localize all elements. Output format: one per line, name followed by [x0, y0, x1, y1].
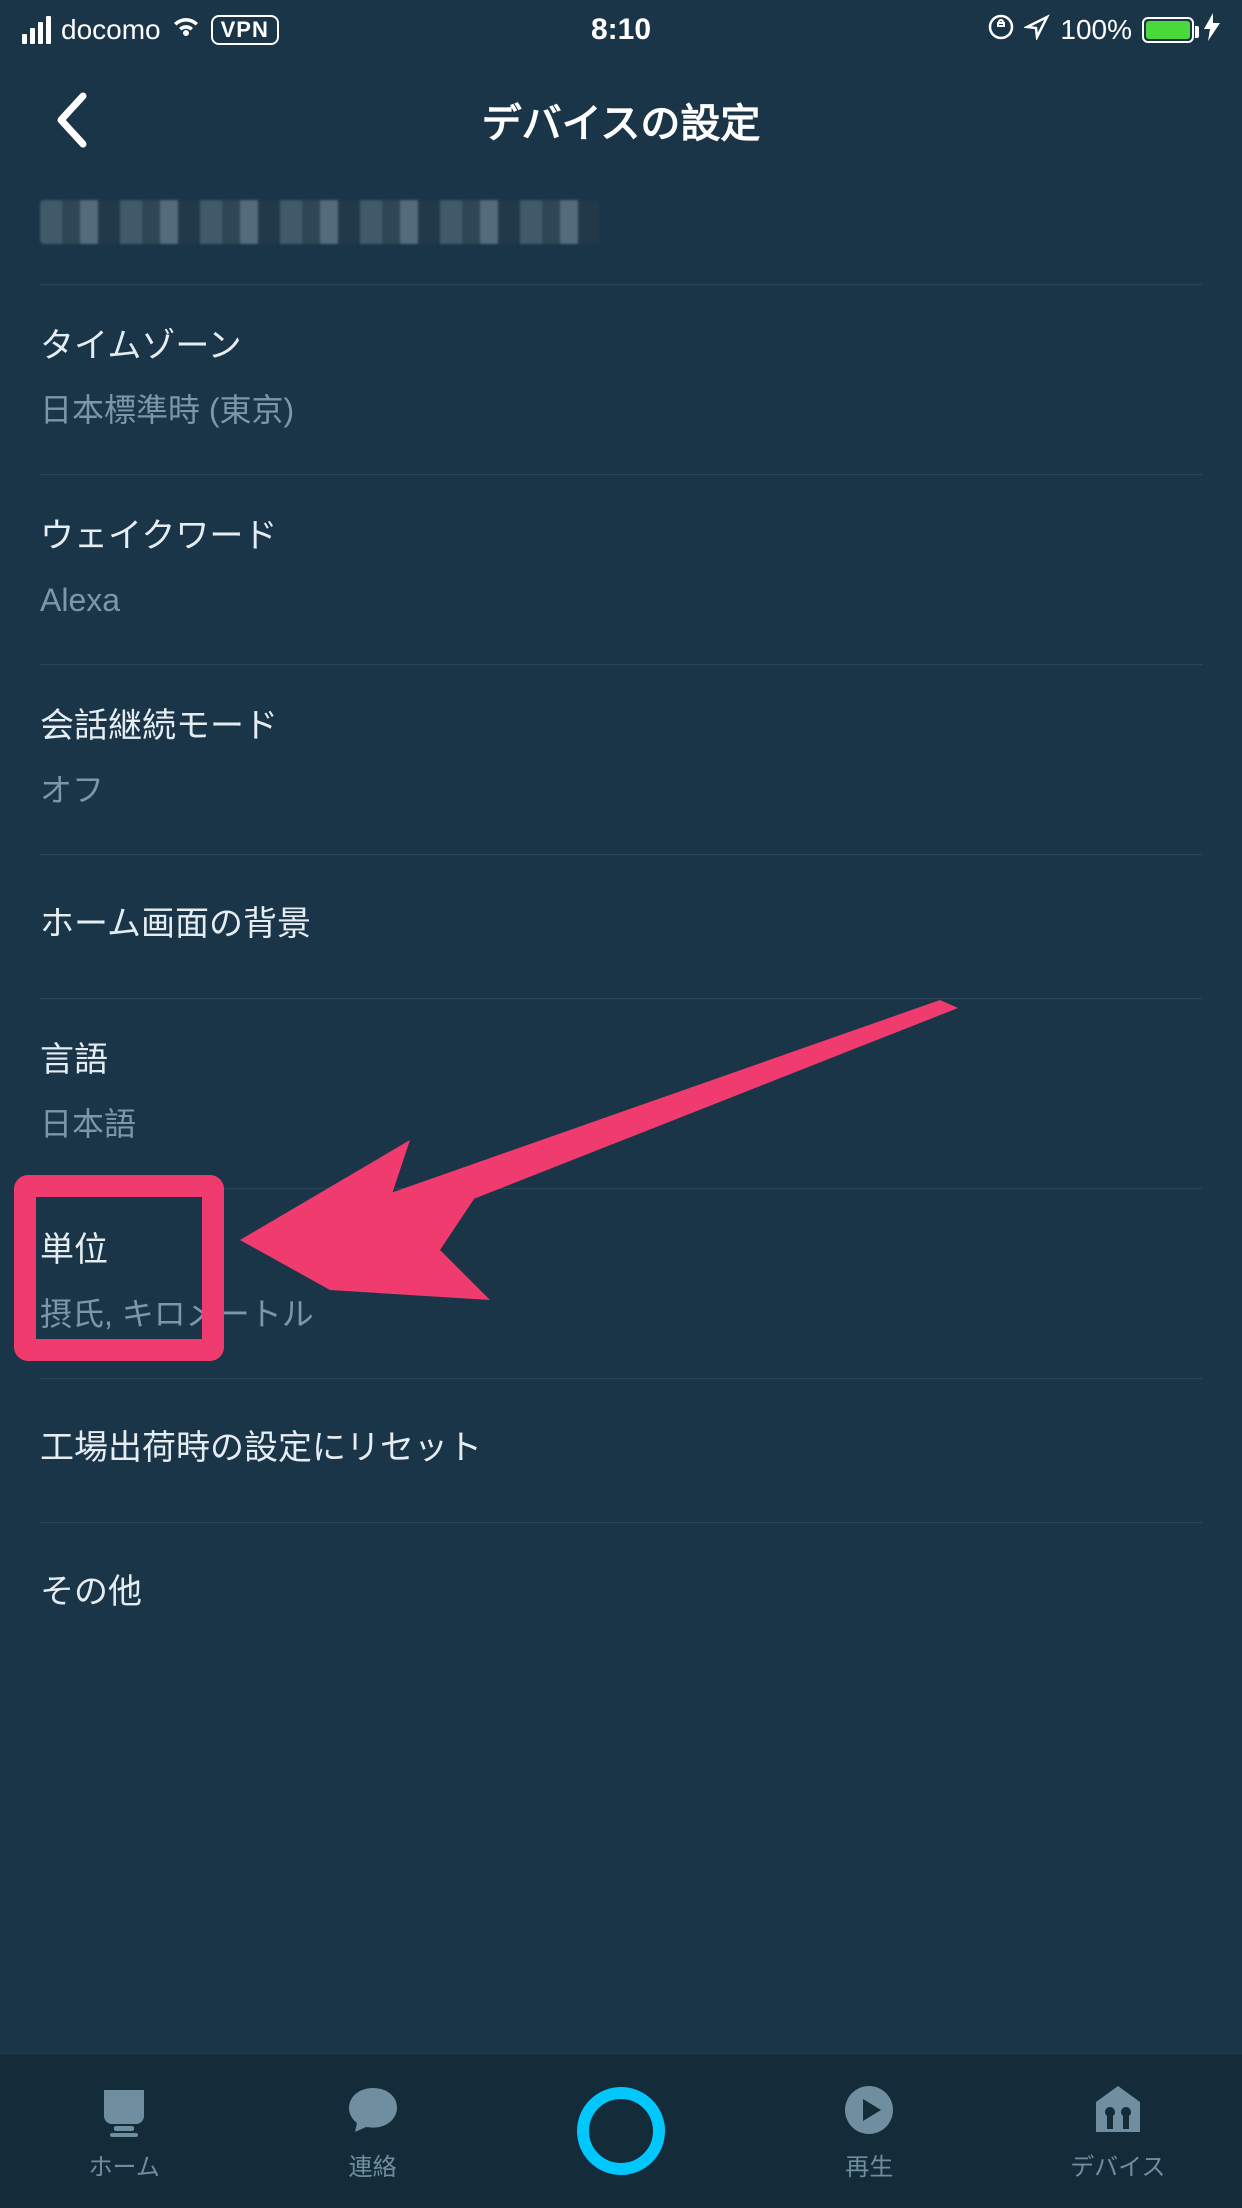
row-label: ウェイクワード [40, 511, 1202, 562]
row-label: その他 [40, 1559, 1202, 1626]
tab-label: 連絡 [349, 2147, 397, 2182]
tab-label: 再生 [845, 2147, 893, 2182]
row-label: タイムゾーン [40, 321, 1202, 372]
device-icon [1090, 2081, 1146, 2139]
row-label: 会話継続モード [40, 701, 1202, 752]
tab-bar: ホーム 連絡 再生 デバイス [0, 2053, 1242, 2208]
tab-device[interactable]: デバイス [994, 2054, 1242, 2208]
row-label: 単位 [40, 1225, 1202, 1276]
wifi-icon [171, 14, 201, 46]
row-units[interactable]: 単位 摂氏, キロメートル [40, 1189, 1202, 1379]
orientation-lock-icon [988, 14, 1014, 47]
row-wakeword[interactable]: ウェイクワード Alexa [40, 475, 1202, 665]
clock: 8:10 [591, 13, 651, 47]
tab-contact[interactable]: 連絡 [248, 2054, 496, 2208]
row-value: Alexa [40, 576, 1202, 624]
back-button[interactable] [40, 90, 100, 150]
chat-icon [345, 2081, 401, 2139]
battery-icon [1142, 17, 1194, 43]
carrier-label: docomo [61, 14, 161, 46]
alexa-ring-icon [577, 2102, 665, 2160]
redacted-device-name [40, 200, 600, 244]
row-label: 工場出荷時の設定にリセット [40, 1415, 1202, 1482]
settings-list: タイムゾーン 日本標準時 (東京) ウェイクワード Alexa 会話継続モード … [0, 180, 1242, 1666]
play-icon [841, 2081, 897, 2139]
row-value: 摂氏, キロメートル [40, 1290, 1202, 1338]
home-icon [96, 2081, 152, 2139]
tab-alexa[interactable] [497, 2054, 745, 2208]
chevron-left-icon [53, 92, 87, 148]
tab-label: デバイス [1070, 2147, 1165, 2182]
tab-label: ホーム [89, 2147, 160, 2182]
tab-play[interactable]: 再生 [745, 2054, 993, 2208]
row-label: 言語 [40, 1035, 1202, 1086]
tab-home[interactable]: ホーム [0, 2054, 248, 2208]
status-bar: docomo VPN 8:10 100% [0, 0, 1242, 60]
row-home-background[interactable]: ホーム画面の背景 [40, 855, 1202, 999]
vpn-badge: VPN [211, 15, 279, 45]
row-followup-mode[interactable]: 会話継続モード オフ [40, 665, 1202, 855]
row-other[interactable]: その他 [40, 1523, 1202, 1666]
row-timezone[interactable]: タイムゾーン 日本標準時 (東京) [40, 285, 1202, 475]
nav-header: デバイスの設定 [0, 60, 1242, 180]
page-title: デバイスの設定 [482, 91, 761, 149]
row-value: 日本標準時 (東京) [40, 386, 1202, 434]
row-factory-reset[interactable]: 工場出荷時の設定にリセット [40, 1379, 1202, 1523]
location-icon [1024, 14, 1050, 47]
row-language[interactable]: 言語 日本語 [40, 999, 1202, 1189]
row-label: ホーム画面の背景 [40, 891, 1202, 958]
row-value: 日本語 [40, 1100, 1202, 1148]
signal-bars-icon [22, 16, 51, 44]
row-value: オフ [40, 766, 1202, 814]
row-device-name[interactable] [40, 180, 1202, 285]
charging-icon [1204, 13, 1220, 48]
battery-percent: 100% [1060, 14, 1132, 46]
